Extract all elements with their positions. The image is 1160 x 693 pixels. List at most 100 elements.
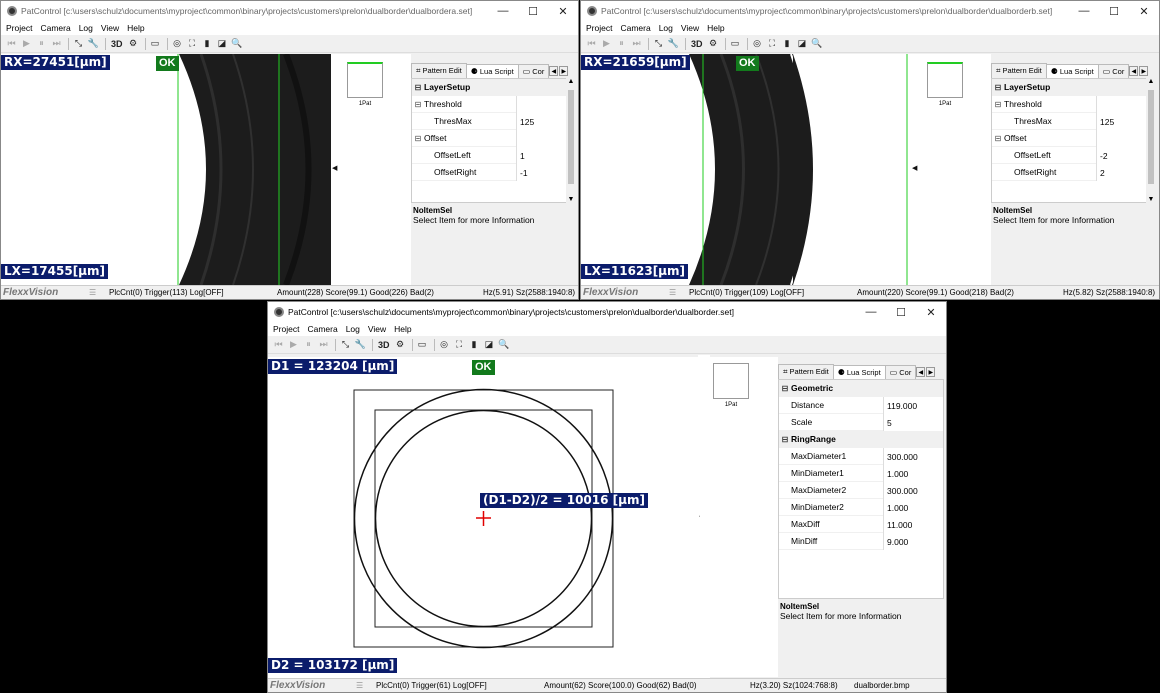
collapse-icon[interactable]: ⊟ bbox=[412, 134, 424, 143]
prop-row[interactable]: MinDiameter2 1.000 bbox=[779, 499, 943, 516]
prop-row[interactable]: Scale 5 bbox=[779, 414, 943, 431]
prop-value[interactable]: 300.000 bbox=[883, 448, 943, 465]
select-tool-icon[interactable]: ⤡ bbox=[339, 338, 352, 351]
prop-row[interactable]: ⊟ Geometric bbox=[779, 380, 943, 397]
target-icon[interactable]: ◎ bbox=[438, 338, 451, 351]
prop-row[interactable]: ⊟ Threshold bbox=[992, 96, 1146, 113]
menu-view[interactable]: View bbox=[101, 23, 119, 33]
prop-row[interactable]: Distance 119.000 bbox=[779, 397, 943, 414]
prop-value[interactable]: 2 bbox=[1096, 164, 1146, 181]
window-icon[interactable]: ▭ bbox=[416, 338, 429, 351]
scroll-thumb[interactable] bbox=[568, 90, 574, 184]
menu-project[interactable]: Project bbox=[273, 324, 299, 334]
first-frame-icon[interactable]: ⏮ bbox=[585, 37, 598, 50]
prop-row[interactable]: OffsetRight 2 bbox=[992, 164, 1146, 181]
tab-prev-icon[interactable]: ◀ bbox=[916, 367, 926, 377]
play-icon[interactable]: ▶ bbox=[287, 338, 300, 351]
last-frame-icon[interactable]: ⏭ bbox=[317, 338, 330, 351]
settings-icon[interactable]: ⚙ bbox=[707, 37, 720, 50]
pattern-thumbnail[interactable] bbox=[713, 363, 749, 399]
prop-value[interactable]: -1 bbox=[516, 164, 566, 181]
close-button[interactable]: ✕ bbox=[548, 5, 578, 18]
wrench-icon[interactable]: 🔧 bbox=[667, 37, 680, 50]
pattern-thumbnail[interactable] bbox=[927, 62, 963, 98]
prop-value[interactable]: -2 bbox=[1096, 147, 1146, 164]
prop-value[interactable]: 11.000 bbox=[883, 516, 943, 533]
minimize-button[interactable]: — bbox=[488, 5, 518, 17]
menu-camera[interactable]: Camera bbox=[620, 23, 650, 33]
prop-row[interactable]: ThresMax 125 bbox=[992, 113, 1146, 130]
window-icon[interactable]: ▭ bbox=[729, 37, 742, 50]
menu-log[interactable]: Log bbox=[346, 324, 360, 334]
minimize-button[interactable]: — bbox=[1069, 5, 1099, 17]
histogram-icon[interactable]: ▮ bbox=[201, 37, 214, 50]
collapse-icon[interactable]: ⊟ bbox=[992, 83, 1004, 92]
title-bar[interactable]: PatControl [c:\users\schulz\documents\my… bbox=[581, 1, 1159, 21]
menu-log[interactable]: Log bbox=[659, 23, 673, 33]
prop-row[interactable]: OffsetLeft 1 bbox=[412, 147, 566, 164]
last-frame-icon[interactable]: ⏭ bbox=[630, 37, 643, 50]
tab-pattern-edit[interactable]: ⌗ Pattern Edit bbox=[991, 63, 1047, 78]
maximize-button[interactable]: ☐ bbox=[518, 5, 548, 18]
collapse-icon[interactable]: ⊟ bbox=[992, 100, 1004, 109]
menu-camera[interactable]: Camera bbox=[40, 23, 70, 33]
menu-help[interactable]: Help bbox=[127, 23, 144, 33]
tab-prev-icon[interactable]: ◀ bbox=[549, 66, 559, 76]
tab-lua-script[interactable]: ⚈ Lua Script bbox=[465, 64, 519, 78]
pause-icon[interactable]: ⏸ bbox=[615, 37, 628, 50]
prop-row[interactable]: ⊟ Offset bbox=[992, 130, 1146, 147]
histogram-icon[interactable]: ▮ bbox=[468, 338, 481, 351]
prop-row[interactable]: MaxDiameter2 300.000 bbox=[779, 482, 943, 499]
camera-view[interactable]: RX=27451[µm] LX=17455[µm] OK bbox=[1, 54, 331, 285]
prop-value[interactable]: 5 bbox=[883, 414, 943, 431]
tab-con[interactable]: ▭ Cor bbox=[884, 365, 917, 379]
prop-row[interactable]: MaxDiff 11.000 bbox=[779, 516, 943, 533]
collapse-icon[interactable]: ⊟ bbox=[412, 100, 424, 109]
camera-view[interactable]: RX=21659[µm] LX=11623[µm] OK bbox=[581, 54, 911, 285]
title-bar[interactable]: PatControl [c:\users\schulz\documents\my… bbox=[268, 302, 946, 322]
window-icon[interactable]: ▭ bbox=[149, 37, 162, 50]
menu-help[interactable]: Help bbox=[707, 23, 724, 33]
menu-project[interactable]: Project bbox=[6, 23, 32, 33]
zoom-icon[interactable]: 🔍 bbox=[498, 338, 511, 351]
menu-camera[interactable]: Camera bbox=[307, 324, 337, 334]
menu-help[interactable]: Help bbox=[394, 324, 411, 334]
scroll-up-icon[interactable]: ▲ bbox=[566, 78, 576, 85]
prop-row[interactable]: MinDiameter1 1.000 bbox=[779, 465, 943, 482]
tab-next-icon[interactable]: ▶ bbox=[559, 66, 569, 76]
prop-row[interactable]: OffsetRight -1 bbox=[412, 164, 566, 181]
crop-icon[interactable]: ◪ bbox=[796, 37, 809, 50]
close-button[interactable]: ✕ bbox=[1129, 5, 1159, 18]
prop-value[interactable]: 300.000 bbox=[883, 482, 943, 499]
tab-next-icon[interactable]: ▶ bbox=[1139, 66, 1149, 76]
last-frame-icon[interactable]: ⏭ bbox=[50, 37, 63, 50]
maximize-button[interactable]: ☐ bbox=[886, 306, 916, 319]
first-frame-icon[interactable]: ⏮ bbox=[5, 37, 18, 50]
pattern-thumbnail[interactable] bbox=[347, 62, 383, 98]
pause-icon[interactable]: ⏸ bbox=[302, 338, 315, 351]
menu-project[interactable]: Project bbox=[586, 23, 612, 33]
maximize-button[interactable]: ☐ bbox=[1099, 5, 1129, 18]
splitter[interactable]: ◀ bbox=[331, 54, 343, 285]
scroll-down-icon[interactable]: ▼ bbox=[1146, 196, 1156, 203]
wrench-icon[interactable]: 🔧 bbox=[354, 338, 367, 351]
target-icon[interactable]: ◎ bbox=[171, 37, 184, 50]
crop-icon[interactable]: ◪ bbox=[216, 37, 229, 50]
play-icon[interactable]: ▶ bbox=[20, 37, 33, 50]
prop-value[interactable]: 125 bbox=[1096, 113, 1146, 130]
target-icon[interactable]: ◎ bbox=[751, 37, 764, 50]
fit-icon[interactable]: ⛶ bbox=[186, 37, 199, 50]
splitter[interactable]: ◀ bbox=[911, 54, 923, 285]
prop-row[interactable]: MaxDiameter1 300.000 bbox=[779, 448, 943, 465]
tab-con[interactable]: ▭ Cor bbox=[517, 64, 550, 78]
3d-button[interactable]: 3D bbox=[689, 37, 705, 50]
minimize-button[interactable]: — bbox=[856, 306, 886, 318]
prop-value[interactable]: 125 bbox=[516, 113, 566, 130]
fit-icon[interactable]: ⛶ bbox=[766, 37, 779, 50]
menu-view[interactable]: View bbox=[681, 23, 699, 33]
prop-row[interactable]: MinDiff 9.000 bbox=[779, 533, 943, 550]
property-scrollbar[interactable]: ▲ ▼ bbox=[1146, 78, 1156, 203]
prop-row[interactable]: ThresMax 125 bbox=[412, 113, 566, 130]
scroll-thumb[interactable] bbox=[1148, 90, 1154, 184]
play-icon[interactable]: ▶ bbox=[600, 37, 613, 50]
